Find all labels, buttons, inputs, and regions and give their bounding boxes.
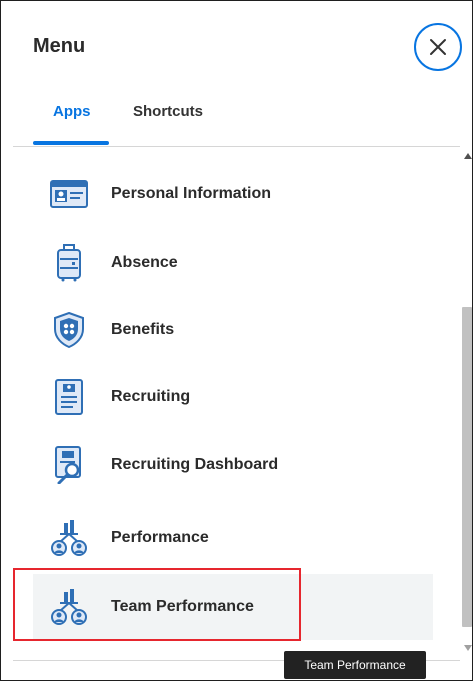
tab-shortcuts[interactable]: Shortcuts (133, 103, 203, 120)
scrollbar[interactable] (460, 147, 472, 661)
tooltip: Team Performance (284, 651, 426, 679)
app-item-benefits[interactable]: Benefits (33, 297, 433, 363)
app-item-recruiting[interactable]: Recruiting (33, 364, 433, 430)
scroll-down-arrow-icon[interactable] (464, 645, 472, 651)
app-item-label: Performance (111, 529, 209, 546)
people-chart-icon (49, 518, 89, 558)
luggage-icon (49, 243, 89, 283)
tab-bar: Apps Shortcuts (1, 99, 472, 145)
selection-highlight-box (13, 568, 301, 641)
app-item-label: Benefits (111, 321, 175, 338)
menu-panel: Menu Apps Shortcuts Personal Information… (0, 0, 473, 681)
shield-icon (49, 310, 89, 350)
active-tab-indicator (33, 141, 109, 145)
document-icon (49, 377, 89, 417)
id-card-icon (49, 174, 89, 214)
app-item-absence[interactable]: Absence (33, 230, 433, 296)
app-item-performance[interactable]: Performance (33, 505, 433, 571)
close-button[interactable] (414, 23, 462, 71)
scroll-thumb[interactable] (462, 307, 472, 627)
app-item-recruiting-dashboard[interactable]: Recruiting Dashboard (33, 432, 433, 498)
scroll-up-arrow-icon[interactable] (464, 153, 472, 159)
app-item-personal-information[interactable]: Personal Information (33, 161, 433, 227)
document-search-icon (49, 445, 89, 485)
menu-title: Menu (33, 35, 86, 57)
app-item-label: Absence (111, 254, 178, 271)
app-item-label: Personal Information (111, 185, 272, 202)
close-icon (430, 39, 446, 55)
app-item-label: Recruiting (111, 388, 191, 405)
app-item-label: Recruiting Dashboard (111, 456, 279, 473)
tab-apps[interactable]: Apps (53, 103, 91, 120)
